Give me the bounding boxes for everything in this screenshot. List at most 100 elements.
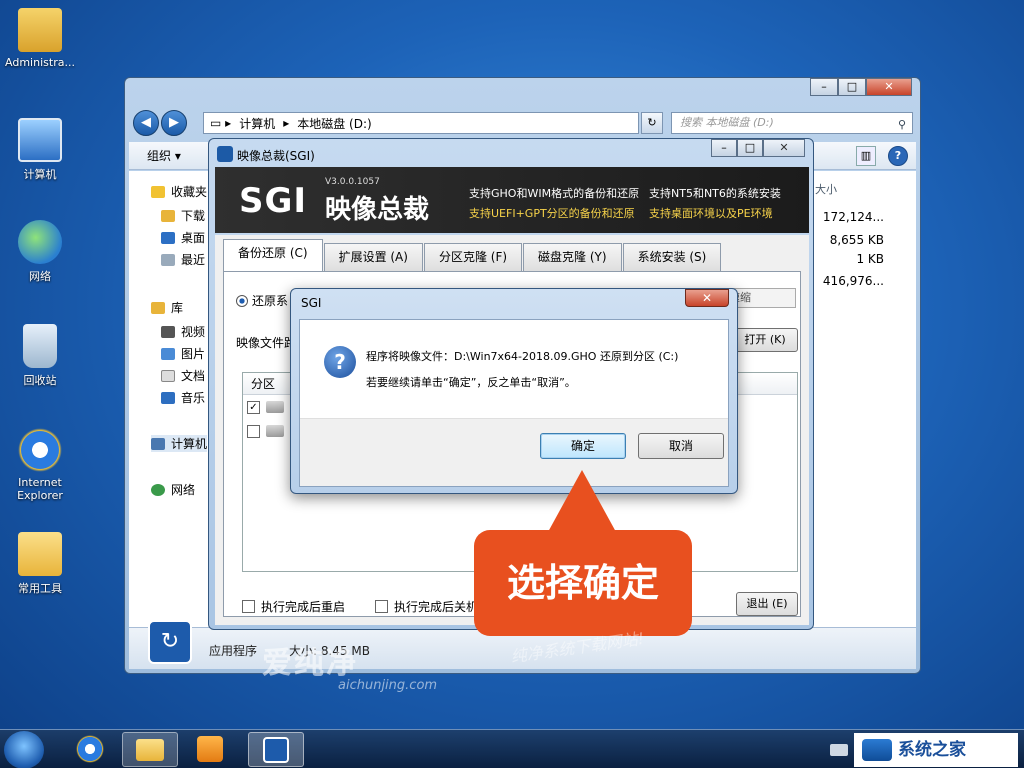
- pictures-icon: [161, 347, 175, 360]
- file-size: 416,976...: [822, 274, 884, 288]
- network-icon: [18, 220, 62, 264]
- nav-label: 下载: [181, 209, 206, 223]
- nav-label: 网络: [171, 483, 196, 497]
- address-bar[interactable]: ▭ ▸ 计算机 ▸ 本地磁盘 (D:): [203, 112, 639, 134]
- dialog-close-button[interactable]: ✕: [685, 289, 729, 307]
- tab-partition-clone[interactable]: 分区克隆 (F): [423, 243, 523, 271]
- nav-videos[interactable]: 视频: [161, 323, 205, 340]
- minimize-button[interactable]: –: [810, 78, 838, 96]
- taskbar-explorer[interactable]: [122, 732, 178, 767]
- search-placeholder: 搜索 本地磁盘 (D:): [680, 116, 774, 129]
- watermark-url: aichunjing.com: [338, 678, 438, 693]
- tab-disk-clone[interactable]: 磁盘克隆 (Y): [523, 243, 622, 271]
- post-action-options: 执行完成后重启 执行完成后关机: [242, 598, 478, 615]
- nav-label: 文档: [181, 369, 206, 383]
- drive-icon: ▭ ▸: [210, 116, 232, 130]
- desktop-icon-computer[interactable]: 计算机: [2, 118, 78, 182]
- nav-pictures[interactable]: 图片: [161, 345, 205, 362]
- library-icon: [151, 301, 165, 314]
- sgi-app-icon: [263, 737, 289, 763]
- nav-documents[interactable]: 文档: [161, 367, 205, 384]
- keyboard-icon[interactable]: [830, 744, 848, 756]
- question-icon: ?: [324, 346, 356, 378]
- sgi-refresh-icon: ↻: [148, 620, 192, 664]
- navigation-pane: 收藏夹 下载 桌面 最近 库 视频 图片 文档 音乐 计算机 网络: [129, 171, 215, 631]
- open-button[interactable]: 打开 (K): [732, 328, 798, 352]
- downloads-icon: [161, 209, 175, 222]
- tab-backup-restore[interactable]: 备份还原 (C): [223, 239, 323, 271]
- minimize-button[interactable]: –: [711, 139, 737, 157]
- sgi-banner: SGI V3.0.0.1057 映像总裁 支持GHO和WIM格式的备份和还原 支…: [215, 167, 809, 233]
- shutdown-checkbox[interactable]: 执行完成后关机: [375, 598, 478, 615]
- callout-arrow: [548, 470, 616, 532]
- checkbox-box: [375, 600, 389, 613]
- taskbar-ie[interactable]: [62, 732, 118, 767]
- nav-downloads[interactable]: 下载: [161, 207, 205, 224]
- dialog-message: 程序将映像文件：D:\Win7x64-2018.09.GHO 还原到分区 (C:…: [366, 350, 679, 363]
- partition-checkbox[interactable]: ✓: [247, 400, 260, 414]
- file-size: 8,655 KB: [829, 233, 884, 247]
- window-controls: – □ ✕: [810, 78, 912, 96]
- cancel-button[interactable]: 取消: [638, 433, 724, 459]
- nav-music[interactable]: 音乐: [161, 389, 205, 406]
- preview-pane-icon[interactable]: ▥: [856, 146, 876, 166]
- radio-label: 还原系: [252, 294, 289, 308]
- computer-icon: [18, 118, 62, 162]
- close-button[interactable]: ✕: [763, 139, 805, 157]
- maximize-button[interactable]: □: [737, 139, 763, 157]
- sgi-logo: SGI: [239, 181, 308, 221]
- close-button[interactable]: ✕: [866, 78, 912, 96]
- nav-desktop[interactable]: 桌面: [161, 229, 205, 246]
- desktop-icon-tools[interactable]: 常用工具: [2, 532, 78, 596]
- feature-text: 支持NT5和NT6的系统安装: [649, 187, 781, 200]
- back-button[interactable]: ◀: [133, 110, 159, 136]
- reboot-checkbox[interactable]: 执行完成后重启: [242, 598, 345, 615]
- forward-button[interactable]: ▶: [161, 110, 187, 136]
- nav-recent[interactable]: 最近: [161, 251, 205, 268]
- breadcrumb-drive[interactable]: 本地磁盘 (D:): [297, 115, 371, 132]
- breadcrumb-computer[interactable]: 计算机: [239, 115, 275, 132]
- tab-extended-settings[interactable]: 扩展设置 (A): [323, 243, 423, 271]
- nav-buttons: ◀ ▶: [133, 110, 189, 136]
- refresh-button[interactable]: ↻: [641, 112, 663, 134]
- radio-dot: [236, 294, 248, 307]
- checkbox-label: 执行完成后重启: [261, 600, 346, 614]
- video-icon: [161, 325, 175, 338]
- taskbar-sgi[interactable]: [248, 732, 304, 767]
- media-player-icon: [197, 736, 223, 762]
- sgi-product-name: 映像总裁: [325, 195, 430, 225]
- desktop-icon-recycle-bin[interactable]: 回收站: [2, 324, 78, 388]
- nav-label: 最近: [181, 253, 206, 267]
- desktop-icon-network[interactable]: 网络: [2, 220, 78, 284]
- status-file-type: 应用程序: [209, 644, 258, 658]
- nav-label: 库: [171, 301, 184, 315]
- feature-text: 支持桌面环境以及PE环境: [649, 207, 773, 220]
- toolbar-right: ▥ ?: [856, 146, 908, 166]
- brand-logo: 系统之家: [854, 733, 1018, 767]
- nav-network[interactable]: 网络: [151, 481, 195, 498]
- tab-system-install[interactable]: 系统安装 (S): [622, 243, 722, 271]
- sgi-version: V3.0.0.1057: [325, 177, 380, 187]
- folder-icon: [18, 532, 62, 576]
- nav-favorites[interactable]: 收藏夹: [151, 183, 207, 200]
- music-icon: [161, 391, 175, 404]
- desktop-icon-administrator[interactable]: Administra...: [2, 8, 78, 69]
- maximize-button[interactable]: □: [838, 78, 866, 96]
- column-header-size[interactable]: 大小: [815, 181, 837, 197]
- sgi-window-title: 映像总裁(SGI): [237, 149, 315, 163]
- taskbar-media-player[interactable]: [182, 732, 238, 767]
- ok-button[interactable]: 确定: [540, 433, 626, 459]
- desktop-icon-ie[interactable]: Internet Explorer: [2, 428, 78, 502]
- user-folder-icon: [18, 8, 62, 52]
- start-button[interactable]: [4, 731, 44, 768]
- nav-libraries[interactable]: 库: [151, 299, 183, 316]
- exit-button[interactable]: 退出 (E): [736, 592, 798, 616]
- organize-button[interactable]: 组织 ▾: [147, 147, 181, 164]
- nav-computer[interactable]: 计算机: [151, 435, 208, 452]
- nav-label: 图片: [181, 347, 206, 361]
- search-input[interactable]: 搜索 本地磁盘 (D:) ⚲: [671, 112, 913, 134]
- partition-checkbox[interactable]: [247, 424, 260, 438]
- file-size: 1 KB: [856, 252, 884, 266]
- help-icon[interactable]: ?: [888, 146, 908, 166]
- restore-system-radio[interactable]: 还原系: [236, 292, 288, 309]
